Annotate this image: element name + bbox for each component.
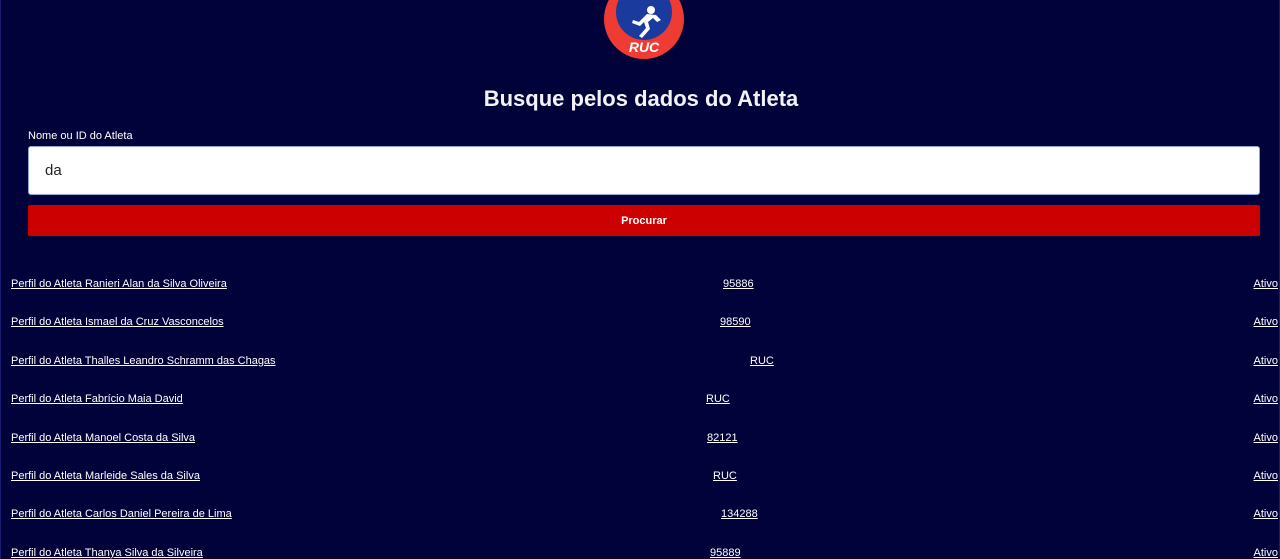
list-item: Perfil do Atleta Thanya Silva da Silveir… <box>1 535 1279 559</box>
list-item: Perfil do Atleta Fabrício Maia David RUC… <box>1 381 1279 419</box>
athlete-status-link[interactable]: Ativo <box>1254 547 1278 559</box>
athlete-id-link[interactable]: RUC <box>713 470 737 482</box>
athlete-status-link[interactable]: Ativo <box>1254 355 1278 367</box>
athlete-id-link[interactable]: 95886 <box>723 278 754 290</box>
athlete-id-link[interactable]: 82121 <box>707 432 738 444</box>
search-button[interactable]: Procurar <box>28 205 1260 236</box>
search-input[interactable] <box>28 146 1260 195</box>
athlete-status-link[interactable]: Ativo <box>1254 470 1278 482</box>
list-item: Perfil do Atleta Ranieri Alan da Silva O… <box>1 266 1279 304</box>
athlete-profile-link[interactable]: Perfil do Atleta Marleide Sales da Silva <box>11 470 200 482</box>
logo-text: RUC <box>629 39 660 55</box>
athlete-id-link[interactable]: 98590 <box>720 316 751 328</box>
athlete-id-link[interactable]: RUC <box>706 393 730 405</box>
athlete-id-link[interactable]: 134288 <box>721 508 758 520</box>
athlete-profile-link[interactable]: Perfil do Atleta Ismael da Cruz Vasconce… <box>11 316 224 328</box>
list-item: Perfil do Atleta Manoel Costa da Silva 8… <box>1 420 1279 458</box>
list-item: Perfil do Atleta Marleide Sales da Silva… <box>1 458 1279 496</box>
athlete-id-link[interactable]: RUC <box>750 355 774 367</box>
athlete-status-link[interactable]: Ativo <box>1254 393 1278 405</box>
list-item: Perfil do Atleta Thalles Leandro Schramm… <box>1 343 1279 381</box>
search-label: Nome ou ID do Atleta <box>28 130 133 142</box>
page-title: Busque pelos dados do Atleta <box>483 86 799 111</box>
athlete-profile-link[interactable]: Perfil do Atleta Thalles Leandro Schramm… <box>11 355 276 367</box>
list-item: Perfil do Atleta Carlos Daniel Pereira d… <box>1 496 1279 534</box>
athlete-status-link[interactable]: Ativo <box>1254 278 1278 290</box>
athlete-profile-link[interactable]: Perfil do Atleta Thanya Silva da Silveir… <box>11 547 203 559</box>
athlete-status-link[interactable]: Ativo <box>1254 508 1278 520</box>
ruc-logo: RUC <box>604 0 684 59</box>
athlete-profile-link[interactable]: Perfil do Atleta Fabrício Maia David <box>11 393 183 405</box>
page: RUC Busque pelos dados do Atleta Nome ou… <box>0 0 1280 559</box>
athlete-profile-link[interactable]: Perfil do Atleta Carlos Daniel Pereira d… <box>11 508 232 520</box>
athlete-profile-link[interactable]: Perfil do Atleta Manoel Costa da Silva <box>11 432 195 444</box>
list-item: Perfil do Atleta Ismael da Cruz Vasconce… <box>1 304 1279 342</box>
athlete-status-link[interactable]: Ativo <box>1254 316 1278 328</box>
athlete-id-link[interactable]: 95889 <box>710 547 741 559</box>
athlete-profile-link[interactable]: Perfil do Atleta Ranieri Alan da Silva O… <box>11 278 227 290</box>
results-list: Perfil do Atleta Ranieri Alan da Silva O… <box>1 266 1279 559</box>
athlete-status-link[interactable]: Ativo <box>1254 432 1278 444</box>
